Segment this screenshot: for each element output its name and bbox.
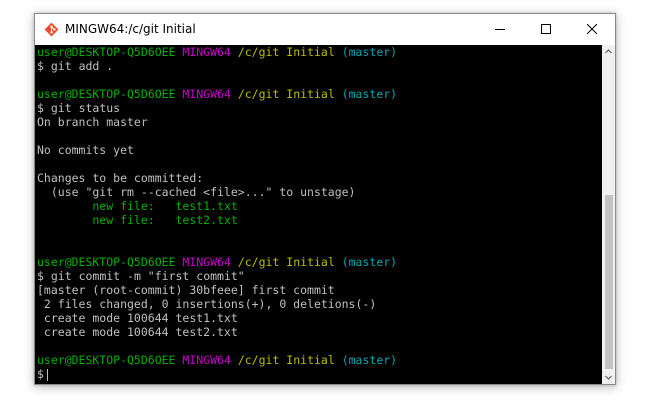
staged-file-line: new file: test2.txt — [37, 213, 238, 227]
prompt-branch: (master) — [341, 87, 398, 101]
prompt-user-host: user@DESKTOP-Q5D6OEE — [37, 87, 176, 101]
title-bar[interactable]: MINGW64:/c/git Initial — [35, 14, 615, 45]
text-cursor — [46, 368, 48, 381]
prompt-env: MINGW64 — [182, 353, 231, 367]
prompt-path: /c/git Initial — [237, 45, 335, 59]
chevron-down-icon — [605, 375, 612, 380]
prompt-symbol: $ — [37, 59, 44, 73]
prompt-user-host: user@DESKTOP-Q5D6OEE — [37, 45, 176, 59]
status-changes-header: Changes to be committed: — [37, 171, 204, 185]
prompt-user-host: user@DESKTOP-Q5D6OEE — [37, 353, 176, 367]
prompt-line: user@DESKTOP-Q5D6OEE MINGW64 /c/git Init… — [35, 255, 602, 269]
command-line: $ git add . — [35, 59, 602, 73]
prompt-line: user@DESKTOP-Q5D6OEE MINGW64 /c/git Init… — [35, 87, 602, 101]
command-git-commit: git commit -m "first commit" — [50, 269, 245, 283]
prompt-path: /c/git Initial — [237, 87, 335, 101]
prompt-branch: (master) — [341, 353, 398, 367]
commit-output-line: create mode 100644 test2.txt — [37, 325, 238, 339]
git-bash-icon — [44, 22, 59, 37]
prompt-line: user@DESKTOP-Q5D6OEE MINGW64 /c/git Init… — [35, 353, 602, 367]
maximize-button[interactable] — [523, 14, 569, 45]
prompt-user-host: user@DESKTOP-Q5D6OEE — [37, 255, 176, 269]
minimize-icon — [495, 29, 505, 30]
minimize-button[interactable] — [477, 14, 523, 45]
prompt-branch: (master) — [341, 45, 398, 59]
status-no-commits: No commits yet — [37, 143, 134, 157]
chevron-up-icon — [605, 49, 612, 54]
prompt-line: user@DESKTOP-Q5D6OEE MINGW64 /c/git Init… — [35, 45, 602, 59]
command-line: $ git commit -m "first commit" — [35, 269, 602, 283]
prompt-branch: (master) — [341, 255, 398, 269]
prompt-symbol: $ — [37, 367, 44, 381]
prompt-path: /c/git Initial — [237, 255, 335, 269]
maximize-icon — [541, 24, 551, 34]
prompt-env: MINGW64 — [182, 87, 231, 101]
scroll-up-button[interactable] — [602, 45, 615, 58]
terminal-output[interactable]: user@DESKTOP-Q5D6OEE MINGW64 /c/git Init… — [35, 45, 602, 384]
terminal-window: MINGW64:/c/git Initial user@DESKTOP-Q5D6… — [34, 13, 616, 385]
commit-output-line: 2 files changed, 0 insertions(+), 0 dele… — [37, 297, 377, 311]
close-button[interactable] — [569, 14, 615, 45]
close-icon — [587, 24, 597, 34]
scroll-down-button[interactable] — [602, 371, 615, 384]
command-line: $ git status — [35, 101, 602, 115]
prompt-symbol: $ — [37, 101, 44, 115]
commit-output-line: create mode 100644 test1.txt — [37, 311, 238, 325]
commit-output-line: [master (root-commit) 30bfeee] first com… — [37, 283, 335, 297]
scrollbar-thumb[interactable] — [605, 195, 613, 369]
status-branch-line: On branch master — [37, 115, 148, 129]
prompt-path: /c/git Initial — [237, 353, 335, 367]
prompt-symbol: $ — [37, 269, 44, 283]
prompt-env: MINGW64 — [182, 255, 231, 269]
status-hint: (use "git rm --cached <file>..." to unst… — [37, 185, 356, 199]
vertical-scrollbar[interactable] — [602, 45, 615, 384]
command-git-add: git add . — [50, 59, 114, 73]
input-line[interactable]: $ — [35, 367, 602, 381]
window-title: MINGW64:/c/git Initial — [65, 22, 196, 36]
command-git-status: git status — [50, 101, 121, 115]
staged-file-line: new file: test1.txt — [37, 199, 238, 213]
prompt-env: MINGW64 — [182, 45, 231, 59]
